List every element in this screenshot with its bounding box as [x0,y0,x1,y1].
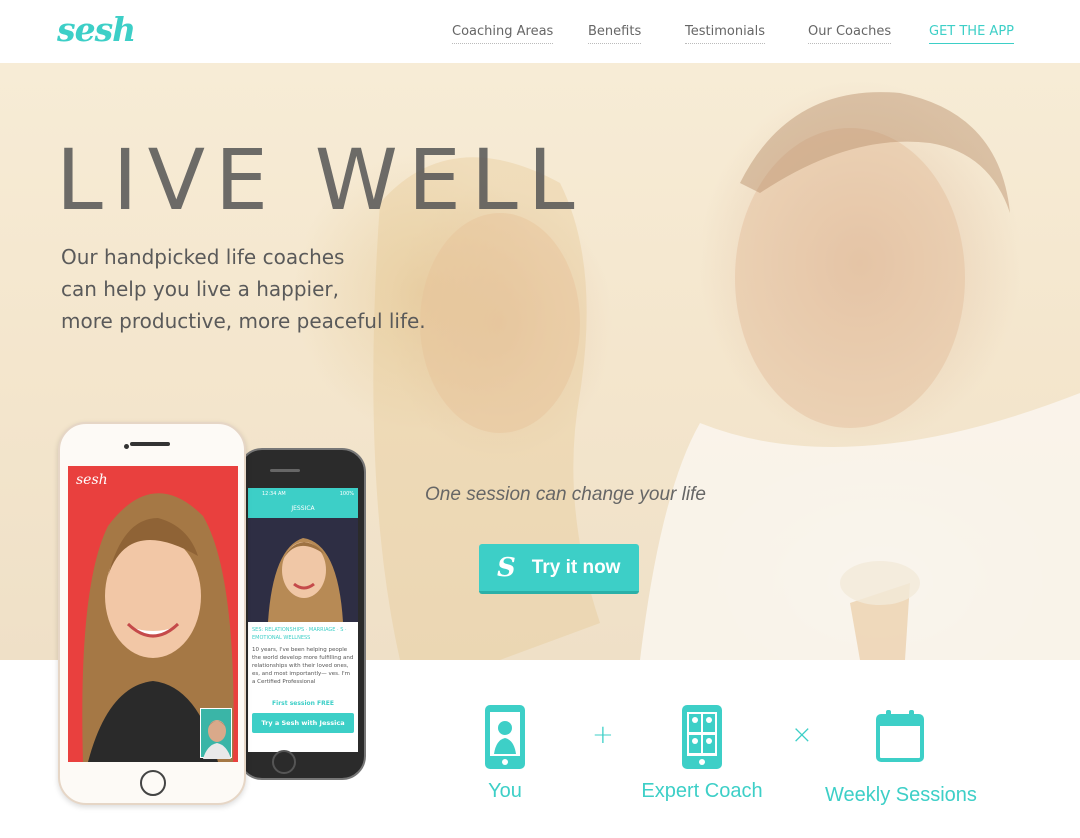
coach-bio: 10 years, I've been helping people the w… [252,647,354,685]
nav-link-coaching-areas[interactable]: Coaching Areas [452,24,554,44]
sesh-s-icon: S [497,552,516,583]
feature-label-you: You [488,780,522,802]
hero-subcopy-line: more productive, more peaceful life. [61,309,426,333]
feature-you: You [470,704,540,803]
plus-operator-icon: + [592,720,614,750]
self-view-pip [200,708,232,759]
home-button [140,770,166,796]
hero-headline: LIVE WELL [56,131,585,229]
phone-coaches-icon [682,705,722,769]
feature-expert-coach: Expert Coach [640,704,764,803]
status-bar: 12:34 AM 100% [248,488,358,500]
coach-photo [248,518,358,622]
screen-logo: sesh [76,472,108,488]
phone-mockup-profile: 12:34 AM 100% JESSICA SES: RELATIONSHIPS… [238,448,366,780]
get-the-app-link[interactable]: GET THE APP [929,24,1014,44]
hero-tagline: One session can change your life [425,484,706,505]
coach-portrait-icon [268,538,343,622]
phone-person-icon [485,705,525,769]
hero-subcopy-line: Our handpicked life coaches [61,245,345,269]
profile-header: JESSICA [248,500,358,518]
try-it-now-button[interactable]: S Try it now [479,544,639,594]
feature-weekly-sessions: Weekly Sessions [825,708,977,807]
coach-tags: SES: RELATIONSHIPS · MARRIAGE · S · EMOT… [252,627,347,641]
phone-camera [124,444,129,449]
nav-link-testimonials[interactable]: Testimonials [685,24,766,44]
feature-label-expert-coach: Expert Coach [641,780,763,802]
phone-screen-video-call: sesh [68,466,238,762]
nav-link-our-coaches[interactable]: Our Coaches [808,24,892,44]
phone-speaker [130,442,170,446]
nav-link-benefits[interactable]: Benefits [588,24,642,44]
status-battery: 100% [339,491,354,497]
feature-label-weekly-sessions: Weekly Sessions [825,784,977,806]
status-time: 12:34 AM [262,491,286,497]
hero-subcopy: Our handpicked life coaches can help you… [61,241,441,337]
times-operator-icon: × [791,720,813,750]
phone-speaker [270,469,300,472]
try-it-now-label: Try it now [531,556,621,578]
sesh-logo[interactable]: sesh [57,10,136,49]
phone-mockup-video-call: sesh [58,422,246,805]
phone-screen-profile: 12:34 AM 100% JESSICA SES: RELATIONSHIPS… [248,488,358,752]
hero-subcopy-line: can help you live a happier, [61,277,339,301]
top-nav: sesh Coaching Areas Benefits Testimonial… [0,0,1080,63]
calendar-icon [876,710,924,762]
home-button [272,750,296,774]
self-view-man-icon [203,720,231,759]
free-session-label: First session FREE [272,700,334,707]
try-sesh-button[interactable]: Try a Sesh with Jessica [252,713,354,733]
